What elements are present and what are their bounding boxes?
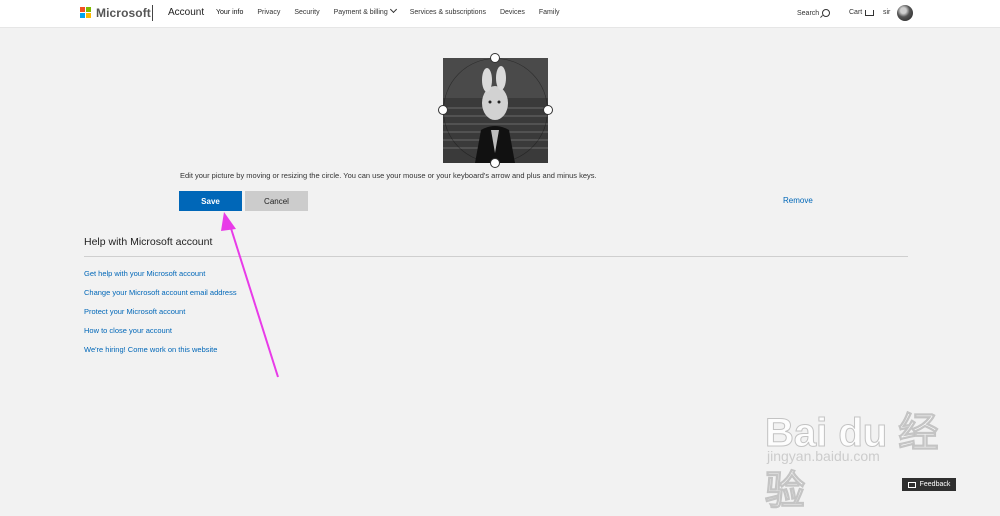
cancel-button[interactable]: Cancel [245, 191, 308, 211]
nav-payment-billing[interactable]: Payment & billing [333, 5, 397, 16]
help-divider [84, 256, 908, 257]
cart-button[interactable]: Cart [849, 9, 875, 16]
search-button[interactable]: Search [797, 9, 831, 17]
help-heading: Help with Microsoft account [84, 236, 213, 248]
help-link-protect-account[interactable]: Protect your Microsoft account [84, 307, 185, 316]
watermark-url: jingyan.baidu.com [767, 448, 880, 464]
cart-label: Cart [849, 9, 863, 16]
nav-your-info[interactable]: Your info [216, 9, 243, 16]
header-divider [152, 5, 153, 21]
avatar[interactable] [897, 5, 913, 21]
top-header: Microsoft Account Your info Privacy Secu… [0, 0, 1000, 28]
search-icon [822, 9, 831, 17]
nav-privacy[interactable]: Privacy [257, 9, 280, 16]
resize-handle-left[interactable] [438, 105, 448, 115]
help-link-close-account[interactable]: How to close your account [84, 326, 172, 335]
section-title[interactable]: Account [168, 7, 204, 18]
nav-security[interactable]: Security [294, 9, 319, 16]
microsoft-logo-icon [80, 7, 92, 19]
main-nav: Your info Privacy Security Payment & bil… [216, 5, 574, 16]
feedback-label: Feedback [919, 481, 951, 488]
user-name[interactable]: sir [883, 9, 890, 16]
resize-handle-right[interactable] [543, 105, 553, 115]
help-link-change-email[interactable]: Change your Microsoft account email addr… [84, 288, 237, 297]
microsoft-logo[interactable]: Microsoft [80, 6, 151, 20]
nav-services-subscriptions[interactable]: Services & subscriptions [410, 9, 486, 16]
resize-handle-top[interactable] [490, 53, 500, 63]
resize-handle-bottom[interactable] [490, 158, 500, 168]
search-label: Search [797, 9, 820, 17]
picture-crop-area[interactable] [438, 53, 553, 168]
chevron-down-icon [389, 5, 397, 14]
feedback-button[interactable]: Feedback [902, 478, 956, 491]
nav-family[interactable]: Family [539, 9, 560, 16]
remove-link[interactable]: Remove [783, 196, 813, 205]
brand-name: Microsoft [96, 6, 151, 20]
nav-payment-billing-label: Payment & billing [333, 9, 388, 16]
edit-picture-hint: Edit your picture by moving or resizing … [180, 171, 597, 180]
baidu-watermark: Bai du 经验 jingyan.baidu.com [765, 380, 955, 514]
help-link-get-help[interactable]: Get help with your Microsoft account [84, 269, 205, 278]
save-button[interactable]: Save [179, 191, 242, 211]
profile-picture [443, 58, 548, 163]
help-link-hiring[interactable]: We're hiring! Come work on this website [84, 345, 217, 354]
feedback-icon [907, 481, 916, 488]
nav-devices[interactable]: Devices [500, 9, 525, 16]
cart-icon [865, 9, 875, 16]
